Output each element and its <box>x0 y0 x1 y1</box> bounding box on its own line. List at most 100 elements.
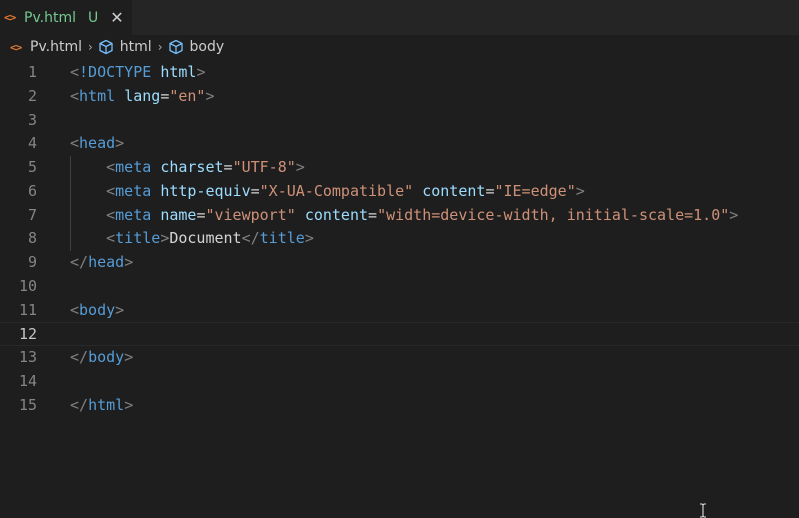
code-token: "width=device-width, initial-scale=1.0" <box>377 205 730 224</box>
code-token: > <box>115 300 125 319</box>
code-token: < <box>106 229 116 248</box>
code-token: < <box>70 63 80 81</box>
code-line[interactable]: 14 <box>0 370 799 394</box>
code-token: "X-UA-Compatible" <box>259 181 414 200</box>
code-text: <head> <box>70 132 124 156</box>
code-token: body <box>79 300 116 319</box>
breadcrumb: <> Pv.html › html › body <box>0 35 799 59</box>
code-token: > <box>196 63 206 81</box>
line-number: 12 <box>18 325 37 344</box>
code-token: < <box>106 158 116 176</box>
code-token: < <box>70 300 80 319</box>
line-number: 14 <box>18 371 37 390</box>
code-line[interactable]: 4 <head> <box>0 132 799 156</box>
code-token: meta <box>115 205 152 224</box>
code-token: charset <box>160 158 224 176</box>
breadcrumb-item-file[interactable]: Pv.html <box>30 39 82 55</box>
code-token: </ <box>70 253 89 271</box>
code-token: > <box>729 205 739 224</box>
code-token: > <box>205 86 215 105</box>
line-number: 7 <box>27 205 37 224</box>
code-editor[interactable]: 1 <!DOCTYPE html> 2 <html lang="en"> 3 4 <head… <box>0 61 799 417</box>
code-token: !DOCTYPE <box>79 63 152 81</box>
code-token: Document <box>169 229 242 248</box>
code-token: content <box>304 205 369 224</box>
code-line[interactable]: 6 <meta http-equiv="X-UA-Compatible" con… <box>0 179 799 204</box>
code-line[interactable]: 12 <box>0 322 799 346</box>
code-token: = <box>250 181 260 200</box>
line-number: 10 <box>18 276 37 295</box>
code-token: = <box>368 205 378 224</box>
code-token: html <box>88 395 125 414</box>
code-token: < <box>106 205 116 224</box>
html-file-icon: <> <box>4 11 16 24</box>
code-token: title <box>115 229 161 248</box>
code-line[interactable]: 1 <!DOCTYPE html> <box>0 61 799 85</box>
code-text: <meta name="viewport" content="width=dev… <box>70 204 738 228</box>
tab-label: Pv.html <box>24 9 76 26</box>
code-line[interactable]: 3 <box>0 109 799 133</box>
code-token: "en" <box>169 86 206 105</box>
code-text: <title>Document</title> <box>70 227 314 251</box>
code-text: <html lang="en"> <box>70 85 215 109</box>
code-token: html <box>160 63 197 81</box>
code-line[interactable]: 7 <meta name="viewport" content="width=d… <box>0 203 799 228</box>
code-token: > <box>575 181 585 200</box>
code-token: html <box>79 86 116 105</box>
text-cursor-icon <box>700 503 706 518</box>
line-number: 13 <box>18 348 37 366</box>
code-token: "UTF-8" <box>232 158 296 176</box>
code-token: > <box>115 134 125 153</box>
code-token: > <box>124 253 134 271</box>
code-token: body <box>88 348 125 366</box>
chevron-right-icon: › <box>157 40 163 54</box>
breadcrumb-item-html[interactable]: html <box>120 39 152 55</box>
code-token: title <box>259 229 305 248</box>
code-token: "viewport" <box>205 205 296 224</box>
code-text: </html> <box>70 394 133 418</box>
code-token: > <box>295 158 305 176</box>
line-number: 1 <box>27 63 37 81</box>
close-icon[interactable]: ✕ <box>110 9 123 26</box>
code-token: </ <box>70 395 89 414</box>
code-token: </ <box>70 348 89 366</box>
code-line[interactable]: 15 </html> <box>0 394 799 418</box>
code-line[interactable]: 8 <title>Document</title> <box>0 227 799 251</box>
code-token: > <box>124 395 134 414</box>
code-token: meta <box>115 158 152 176</box>
code-line[interactable]: 2 <html lang="en"> <box>0 85 799 109</box>
line-number: 9 <box>27 253 37 271</box>
code-line[interactable]: 10 <box>0 275 799 299</box>
code-token: > <box>160 229 170 248</box>
code-text: <meta charset="UTF-8"> <box>70 156 305 180</box>
code-line[interactable]: 9 </head> <box>0 251 799 275</box>
code-line[interactable]: 11 <body> <box>0 299 799 323</box>
breadcrumb-item-body[interactable]: body <box>190 39 225 55</box>
code-token: </ <box>241 229 260 248</box>
html-file-icon: <> <box>10 40 22 54</box>
code-token: content <box>422 181 486 200</box>
tab-pv-html[interactable]: <> Pv.html U ✕ <box>0 0 132 35</box>
chevron-right-icon: › <box>87 40 93 54</box>
line-number: 15 <box>18 395 37 414</box>
line-number: 4 <box>27 134 37 153</box>
untracked-status-badge: U <box>87 9 99 26</box>
code-token: lang <box>124 86 161 105</box>
code-token: = <box>223 158 233 176</box>
code-text: </body> <box>70 346 133 370</box>
code-line[interactable]: 5 <meta charset="UTF-8"> <box>0 156 799 180</box>
code-line[interactable]: 13 </body> <box>0 346 799 370</box>
code-text: <meta http-equiv="X-UA-Compatible" conte… <box>70 180 585 204</box>
code-token: < <box>70 134 80 153</box>
code-token: > <box>304 229 314 248</box>
line-number: 2 <box>27 86 37 105</box>
line-number: 8 <box>27 229 37 248</box>
code-text: <!DOCTYPE html> <box>70 61 205 85</box>
